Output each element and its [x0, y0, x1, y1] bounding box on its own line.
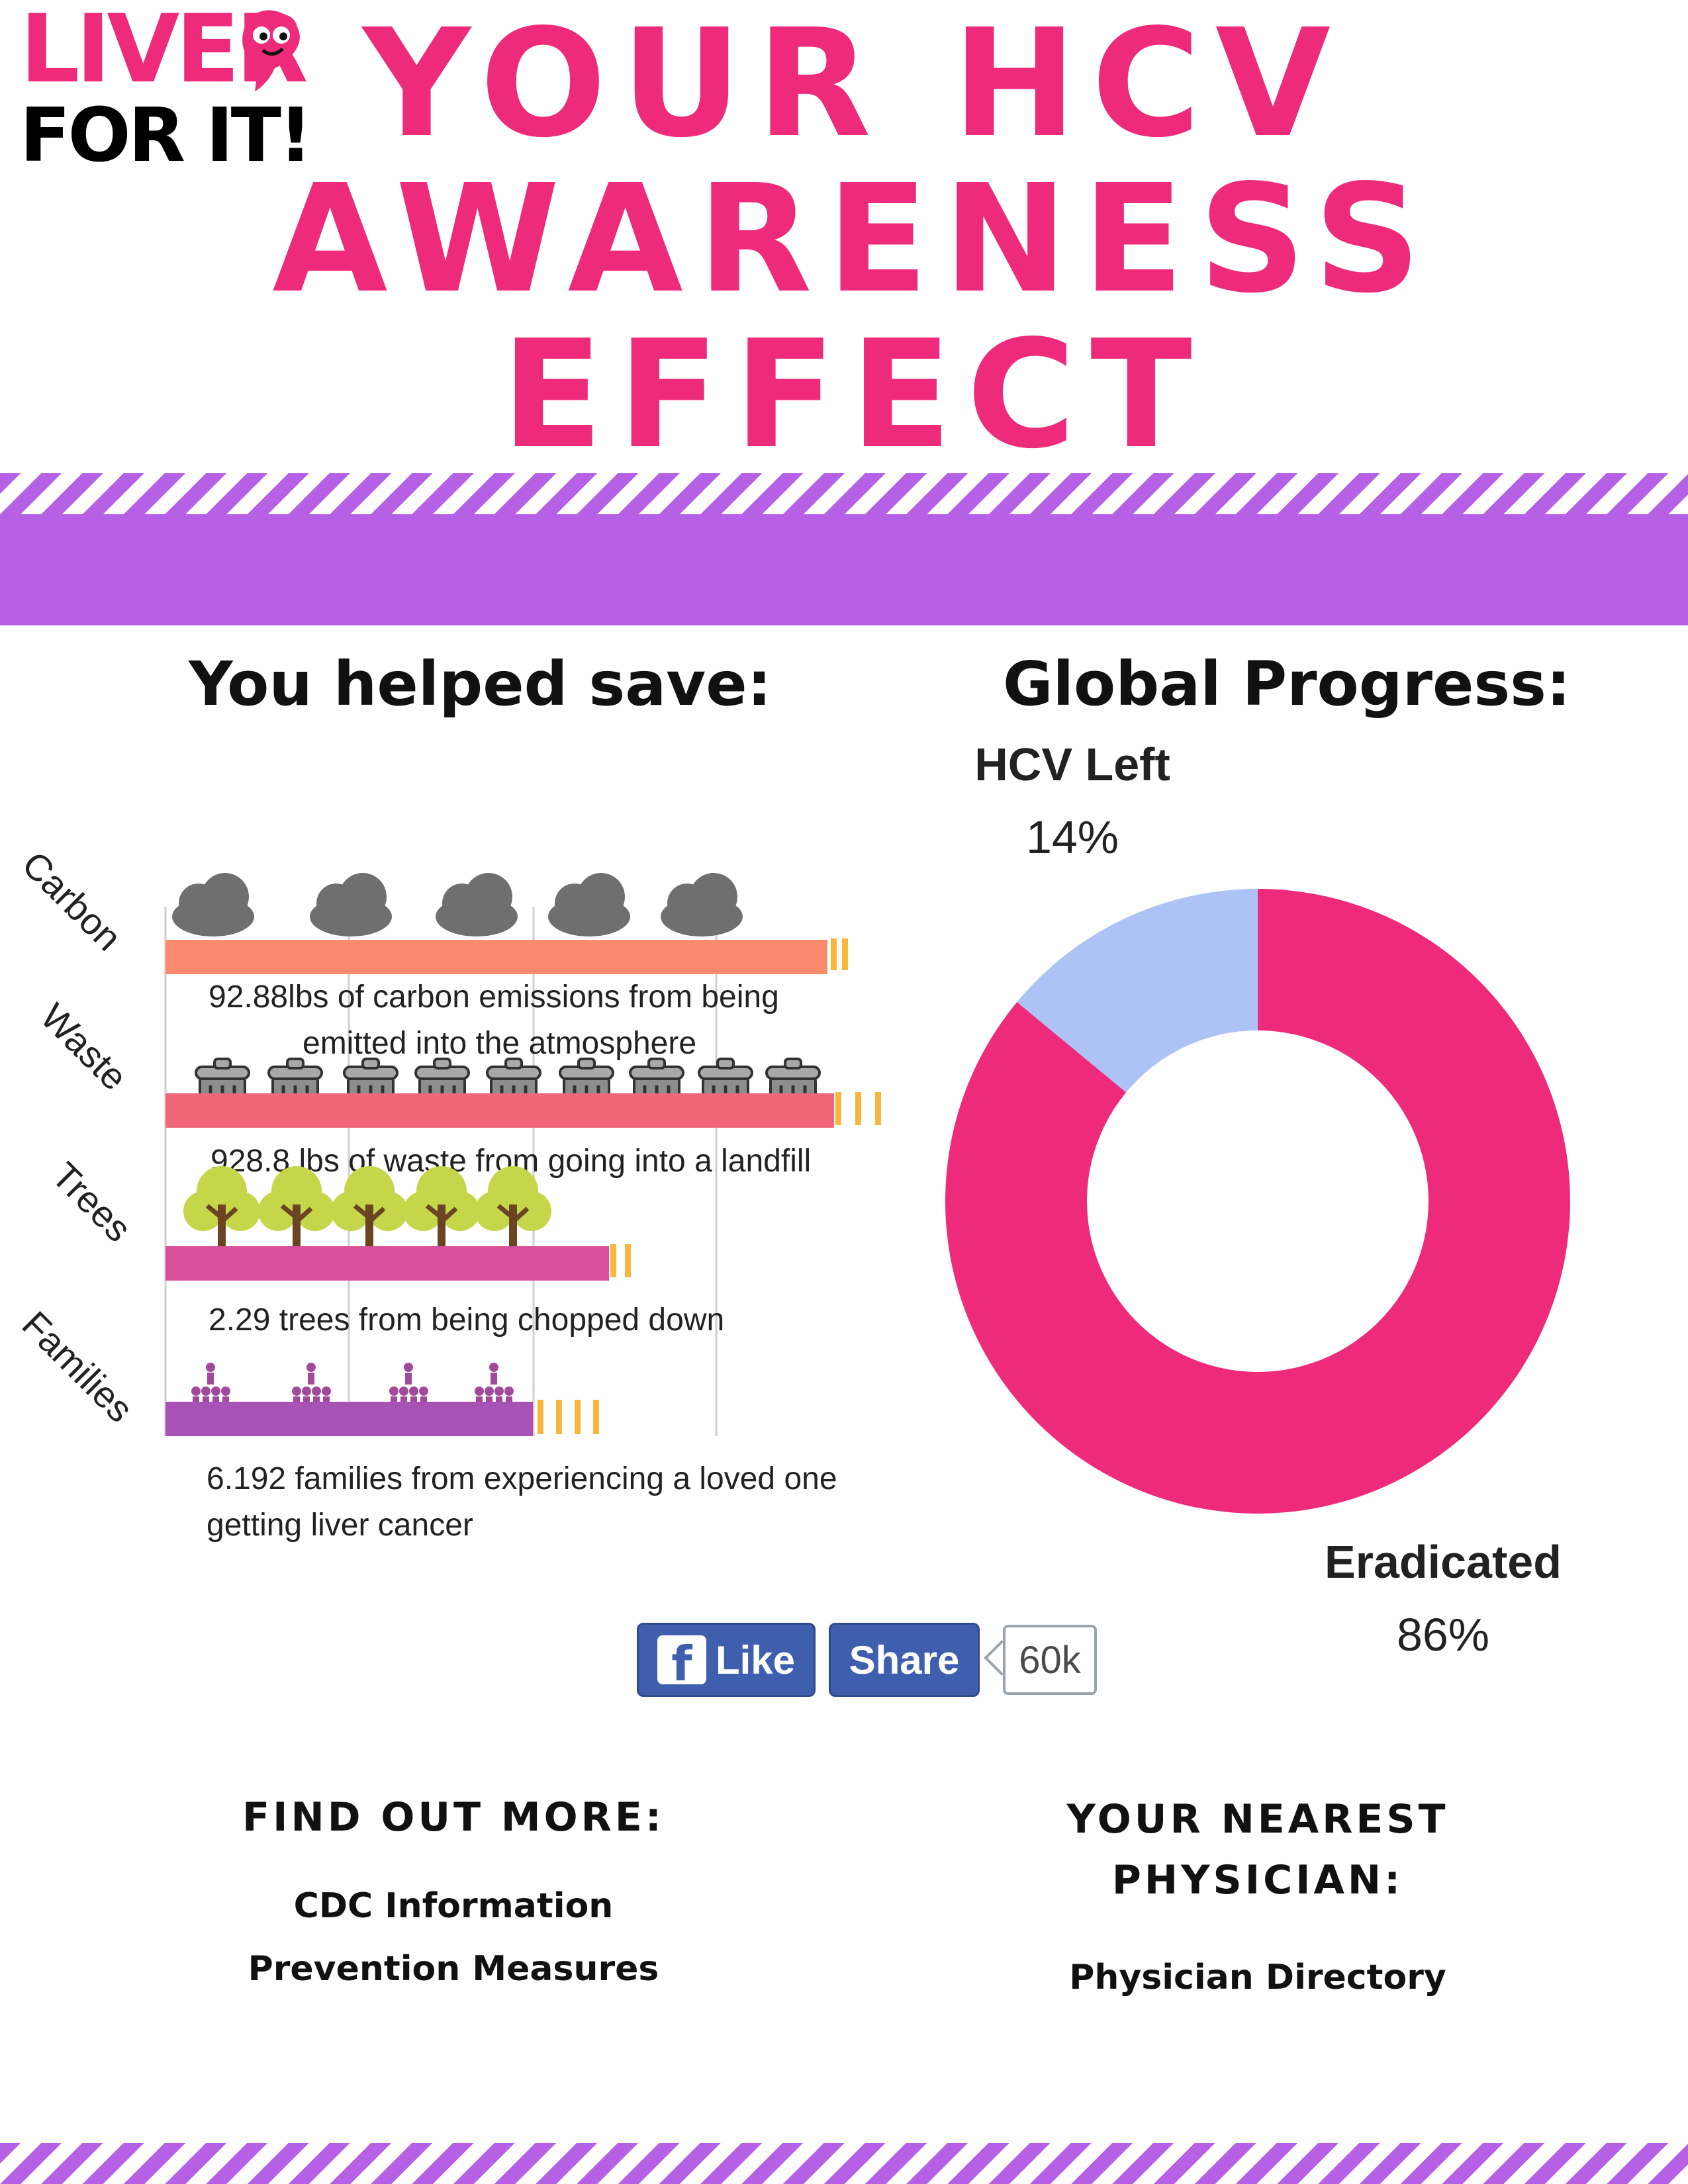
tree-icon [403, 1166, 480, 1251]
share-label: Share [849, 1637, 960, 1682]
share-count: 60k [1003, 1625, 1097, 1695]
hcv-left-label: HCV Left 14% [940, 738, 1205, 864]
tree-icon [331, 1166, 408, 1251]
row-label-trees: Trees [44, 1154, 140, 1250]
title-line-1: YOUR HCV [362, 0, 1346, 171]
eradicated-name: Eradicated [1325, 1536, 1562, 1588]
facebook-icon: f [657, 1635, 706, 1684]
purple-band [0, 514, 1688, 625]
tree-icon [475, 1166, 551, 1251]
cdc-information-link[interactable]: CDC Information [189, 1886, 718, 1926]
bar-tick [835, 1092, 841, 1125]
impact-row-trees: Trees 2.29 trees from being chopped down [44, 1154, 725, 1338]
bar-families [165, 1402, 533, 1436]
physician-heading-line2: PHYSICIAN: [1111, 1857, 1404, 1903]
row-label-families: Families [15, 1303, 142, 1430]
bar-tick [593, 1400, 599, 1434]
caption-families-line1: 6.192 families from experiencing a loved… [207, 1461, 837, 1496]
caption-carbon-line1: 92.88lbs of carbon emissions from being [209, 979, 779, 1015]
facebook-share-button[interactable]: Share [829, 1623, 980, 1697]
facebook-like-button[interactable]: f Like [637, 1623, 816, 1697]
tree-icon [183, 1166, 260, 1251]
row-label-waste: Waste [33, 995, 136, 1098]
impact-row-carbon: Carbon 92.88lbs of carbon emissions from… [15, 843, 848, 1061]
bar-tick [610, 1244, 616, 1277]
bar-tick [842, 938, 848, 970]
save-heading: You helped save: [189, 649, 772, 719]
bar-tick [625, 1244, 631, 1277]
tree-icon [258, 1166, 335, 1251]
cloud-icon [661, 873, 743, 936]
caption-families-line2: getting liver cancer [207, 1508, 473, 1543]
bar-tick [556, 1400, 562, 1434]
bar-waste [165, 1093, 834, 1128]
eradicated-label: Eradicated 86% [1291, 1535, 1595, 1661]
caption-carbon-line2: emitted into the atmosphere [303, 1026, 696, 1061]
cloud-icon [548, 873, 630, 936]
bar-tick [831, 938, 837, 970]
impact-pictograph-chart: Carbon 92.88lbs of carbon emissions from… [15, 843, 881, 1543]
caption-trees: 2.29 trees from being chopped down [209, 1302, 724, 1338]
bar-tick [538, 1400, 543, 1434]
hcv-left-value: 14% [1025, 811, 1119, 863]
like-label: Like [715, 1637, 796, 1682]
eradicated-value: 86% [1396, 1609, 1490, 1661]
family-icon [191, 1363, 230, 1408]
family-icon [389, 1363, 428, 1408]
family-icon [292, 1363, 331, 1408]
stripe-divider-top [0, 473, 1688, 514]
title-line-2: AWARENESS [272, 153, 1436, 326]
prevention-measures-link[interactable]: Prevention Measures [189, 1949, 718, 1989]
bar-tick [575, 1400, 581, 1434]
title-line-3: EFFECT [501, 308, 1207, 482]
hcv-left-name: HCV Left [974, 739, 1170, 790]
cloud-icon [436, 873, 518, 936]
impact-row-waste: Waste 928.8 lbs of waste from going into… [33, 995, 881, 1179]
stripe-divider-bottom [0, 2143, 1688, 2184]
find-out-more-heading: FIND OUT MORE: [242, 1794, 665, 1841]
physician-directory-link[interactable]: Physician Directory [993, 1958, 1523, 1997]
cloud-icon [172, 873, 254, 936]
physician-heading-line1: YOUR NEAREST [1066, 1796, 1449, 1843]
bar-carbon [165, 940, 827, 974]
row-label-carbon: Carbon [15, 843, 130, 958]
cloud-icon [310, 873, 392, 936]
bar-tick [875, 1092, 881, 1125]
bar-trees [165, 1246, 609, 1281]
family-icon [475, 1363, 514, 1408]
global-progress-donut [945, 889, 1570, 1514]
impact-row-families: Families 6.192 families from experiencin… [15, 1303, 837, 1543]
progress-heading: Global Progress: [1003, 649, 1571, 719]
bar-tick [855, 1092, 861, 1125]
nearest-physician-heading: YOUR NEAREST PHYSICIAN: [993, 1789, 1523, 1911]
